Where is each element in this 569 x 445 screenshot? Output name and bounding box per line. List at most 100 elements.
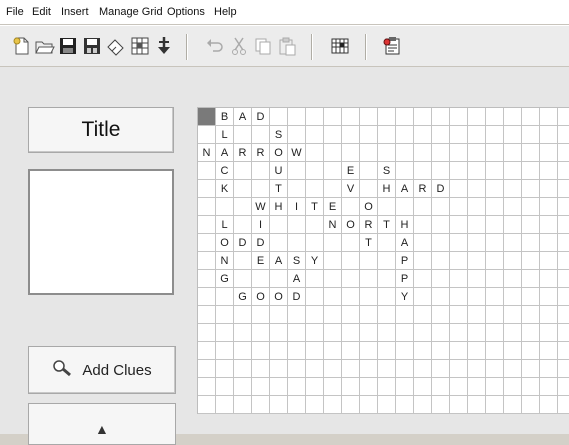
grid-cell[interactable] <box>432 324 450 342</box>
menu-options[interactable]: Options <box>167 6 205 18</box>
grid-cell[interactable] <box>486 216 504 234</box>
grid-cell[interactable] <box>324 378 342 396</box>
grid-cell[interactable]: A <box>288 270 306 288</box>
grid-cell[interactable] <box>414 108 432 126</box>
grid-cell[interactable]: A <box>396 180 414 198</box>
grid-cell[interactable] <box>414 252 432 270</box>
grid-cell[interactable]: V <box>342 180 360 198</box>
grid-cell[interactable] <box>540 180 558 198</box>
grid-cell[interactable] <box>504 108 522 126</box>
grid-cell[interactable]: E <box>252 252 270 270</box>
grid-cell[interactable] <box>504 270 522 288</box>
grid-cell[interactable] <box>216 342 234 360</box>
grid-cell[interactable] <box>216 396 234 414</box>
grid-cell[interactable] <box>468 198 486 216</box>
grid-cell[interactable] <box>396 378 414 396</box>
grid-cell[interactable] <box>324 126 342 144</box>
grid-cell[interactable] <box>414 360 432 378</box>
grid-cell[interactable]: T <box>306 198 324 216</box>
grid-cell[interactable] <box>540 126 558 144</box>
grid-cell[interactable]: H <box>396 216 414 234</box>
grid-cell[interactable] <box>270 270 288 288</box>
grid-cell[interactable]: T <box>360 234 378 252</box>
grid-cell[interactable] <box>558 324 569 342</box>
grid-cell[interactable] <box>270 396 288 414</box>
grid-cell[interactable] <box>414 288 432 306</box>
grid-cell[interactable] <box>414 378 432 396</box>
grid-cell[interactable] <box>396 342 414 360</box>
grid-cell[interactable] <box>324 252 342 270</box>
grid-cell[interactable] <box>450 378 468 396</box>
grid-cell[interactable] <box>198 162 216 180</box>
grid-cell[interactable] <box>252 324 270 342</box>
grid-cell[interactable] <box>468 324 486 342</box>
grid-cell[interactable] <box>252 360 270 378</box>
grid-cell[interactable] <box>504 162 522 180</box>
grid-cell[interactable]: Y <box>396 288 414 306</box>
grid-cell[interactable] <box>360 252 378 270</box>
grid-cell[interactable] <box>306 306 324 324</box>
grid-cell[interactable] <box>558 126 569 144</box>
grid-cell[interactable] <box>486 180 504 198</box>
grid-cell[interactable] <box>234 342 252 360</box>
grid-cell[interactable]: W <box>288 144 306 162</box>
grid-cell[interactable] <box>486 198 504 216</box>
grid-cell[interactable] <box>450 234 468 252</box>
grid-cell[interactable] <box>342 378 360 396</box>
eraser-icon[interactable] <box>104 34 128 58</box>
grid-cell[interactable] <box>198 378 216 396</box>
grid-cell[interactable] <box>504 144 522 162</box>
grid-cell[interactable] <box>522 288 540 306</box>
grid-cell[interactable] <box>504 126 522 144</box>
grid-cell[interactable] <box>540 252 558 270</box>
grid-cell[interactable] <box>378 378 396 396</box>
grid-cell[interactable] <box>270 378 288 396</box>
grid-cell[interactable] <box>504 180 522 198</box>
grid-cell[interactable] <box>234 378 252 396</box>
grid-cell[interactable] <box>342 360 360 378</box>
grid-cell[interactable] <box>522 108 540 126</box>
grid-cell[interactable] <box>234 216 252 234</box>
grid-cell[interactable] <box>468 396 486 414</box>
new-file-icon[interactable] <box>10 34 34 58</box>
grid-cell[interactable] <box>360 126 378 144</box>
grid-cell[interactable] <box>378 396 396 414</box>
grid-cell[interactable]: D <box>252 108 270 126</box>
grid-cell[interactable] <box>234 198 252 216</box>
grid-cell[interactable]: A <box>270 252 288 270</box>
grid-cell[interactable] <box>198 234 216 252</box>
grid-cell[interactable] <box>522 144 540 162</box>
grid-cell[interactable] <box>342 288 360 306</box>
grid-cell[interactable]: E <box>342 162 360 180</box>
grid-cell[interactable] <box>468 270 486 288</box>
grid-cell[interactable] <box>414 162 432 180</box>
grid-cell[interactable]: R <box>252 144 270 162</box>
grid-cell[interactable]: O <box>360 198 378 216</box>
grid-cell[interactable]: S <box>378 162 396 180</box>
grid-cell[interactable] <box>468 378 486 396</box>
grid-cell[interactable] <box>432 108 450 126</box>
grid-cell[interactable] <box>468 144 486 162</box>
grid-cell[interactable] <box>360 270 378 288</box>
grid-cell[interactable] <box>414 396 432 414</box>
grid-cell[interactable]: T <box>270 180 288 198</box>
grid-cell[interactable] <box>288 234 306 252</box>
grid-cell[interactable] <box>486 342 504 360</box>
grid-cell[interactable] <box>432 216 450 234</box>
grid-cell[interactable] <box>360 306 378 324</box>
grid-cell[interactable] <box>378 126 396 144</box>
grid-cell[interactable] <box>558 396 569 414</box>
grid-cell[interactable] <box>396 126 414 144</box>
grid-cell[interactable] <box>432 234 450 252</box>
grid-cell[interactable] <box>324 144 342 162</box>
grid-cell[interactable] <box>324 234 342 252</box>
grid-cell[interactable] <box>306 288 324 306</box>
grid-cell[interactable] <box>360 162 378 180</box>
grid-cell[interactable] <box>324 324 342 342</box>
grid-cell[interactable] <box>558 342 569 360</box>
grid-cell[interactable] <box>342 126 360 144</box>
grid-cell[interactable] <box>234 180 252 198</box>
grid-cell[interactable] <box>378 234 396 252</box>
grid-cell[interactable] <box>450 306 468 324</box>
grid-cell[interactable] <box>288 108 306 126</box>
